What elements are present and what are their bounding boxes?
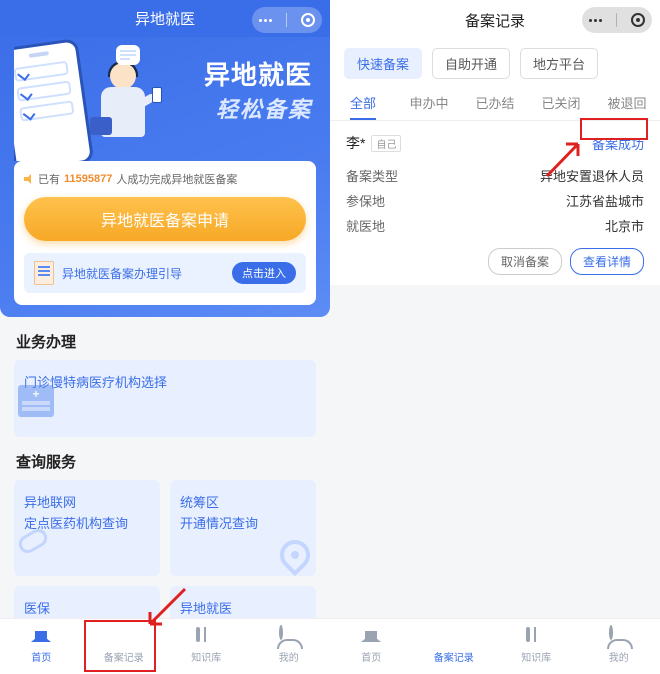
query-tile-region[interactable]: 统筹区 开通情况查询 [170,480,316,576]
tab-mine[interactable]: 我的 [248,619,331,674]
chip-local[interactable]: 地方平台 [520,48,598,79]
hero-subtitle: 轻松备案 [204,92,312,124]
book-icon [526,629,546,647]
tab-home[interactable]: 首页 [0,619,83,674]
kv-type: 备案类型异地安置退休人员 [346,163,644,188]
tab-home[interactable]: 首页 [330,619,413,674]
user-icon [609,629,629,647]
filter-processing[interactable]: 申办中 [396,85,462,120]
stat-count: 11595877 [64,173,112,185]
phone-illustration [14,38,94,161]
tab-bar: 首页 备案记录 知识库 我的 [330,618,660,674]
query-tile-network[interactable]: 异地联网 定点医药机构查询 [14,480,160,576]
filter-rejected[interactable]: 被退回 [594,85,660,120]
record-status: 备案成功 [592,134,644,153]
filter-all[interactable]: 全部 [330,85,396,120]
tab-knowledge[interactable]: 知识库 [165,619,248,674]
kv-treat: 就医地北京市 [346,213,644,238]
tab-records[interactable]: 备案记录 [83,619,166,674]
home-icon [31,629,51,647]
relation-tag: 自己 [371,135,401,152]
chip-self[interactable]: 自助开通 [432,48,510,79]
success-stat: 已有 11595877 人成功完成异地就医备案 [24,171,306,187]
speech-bubble-icon [116,45,140,65]
pills-icon [18,526,48,556]
capsule-divider [286,13,287,27]
apply-button[interactable]: 异地就医备案申请 [24,197,306,241]
biz-tile-chronic[interactable]: 门诊慢特病医疗机构选择 [14,360,316,437]
record-name: 李* 自己 [346,133,401,153]
hero-banner: 异地就医 轻松备案 已有 11595877 人成功完成异地就医备案 异地就医备案… [0,37,330,317]
tab-records[interactable]: 备案记录 [413,619,496,674]
header: 异地就医 [0,0,330,37]
header-title: 备案记录 [465,10,525,31]
home-icon [361,629,381,647]
guide-row[interactable]: 异地就医备案办理引导 点击进入 [24,253,306,293]
header: 备案记录 [330,0,660,40]
shield-icon [114,629,134,647]
cancel-record-button[interactable]: 取消备案 [488,248,562,275]
more-icon[interactable] [259,19,272,22]
shield-icon [444,629,464,647]
hero-card: 已有 11595877 人成功完成异地就医备案 异地就医备案申请 异地就医备案办… [14,161,316,305]
section-title-query: 查询服务 [0,437,330,480]
records-screen: 备案记录 快速备案 自助开通 地方平台 全部 申办中 已办结 已关闭 被退回 李… [330,0,660,674]
home-screen: 异地就医 异地就医 轻松备案 已有 11595877 [0,0,330,674]
record-card: 李* 自己 备案成功 备案类型异地安置退休人员 参保地江苏省盐城市 就医地北京市… [330,121,660,285]
view-detail-button[interactable]: 查看详情 [570,248,644,275]
mode-chips: 快速备案 自助开通 地方平台 [330,40,660,85]
guide-enter-button[interactable]: 点击进入 [232,262,296,284]
capsule-divider [616,13,617,27]
user-icon [279,629,299,647]
filter-done[interactable]: 已办结 [462,85,528,120]
header-title: 异地就医 [135,8,195,29]
tab-knowledge[interactable]: 知识库 [495,619,578,674]
tab-bar: 首页 备案记录 知识库 我的 [0,618,330,674]
tab-mine[interactable]: 我的 [578,619,660,674]
filter-closed[interactable]: 已关闭 [528,85,594,120]
chip-fast[interactable]: 快速备案 [344,48,422,79]
kv-insured: 参保地江苏省盐城市 [346,188,644,213]
miniprogram-capsule[interactable] [252,7,322,33]
section-title-biz: 业务办理 [0,317,330,360]
document-icon [34,261,54,285]
status-filter: 全部 申办中 已办结 已关闭 被退回 [330,85,660,121]
hospital-icon [18,385,54,417]
miniprogram-capsule[interactable] [582,7,652,33]
close-miniprogram-icon[interactable] [301,13,315,27]
close-miniprogram-icon[interactable] [631,13,645,27]
speaker-icon [24,174,34,184]
location-pin-icon [274,534,316,576]
book-icon [196,629,216,647]
guide-text: 异地就医备案办理引导 [62,265,224,282]
more-icon[interactable] [589,19,602,22]
person-illustration [86,63,164,161]
hero-title: 异地就医 [204,55,312,92]
